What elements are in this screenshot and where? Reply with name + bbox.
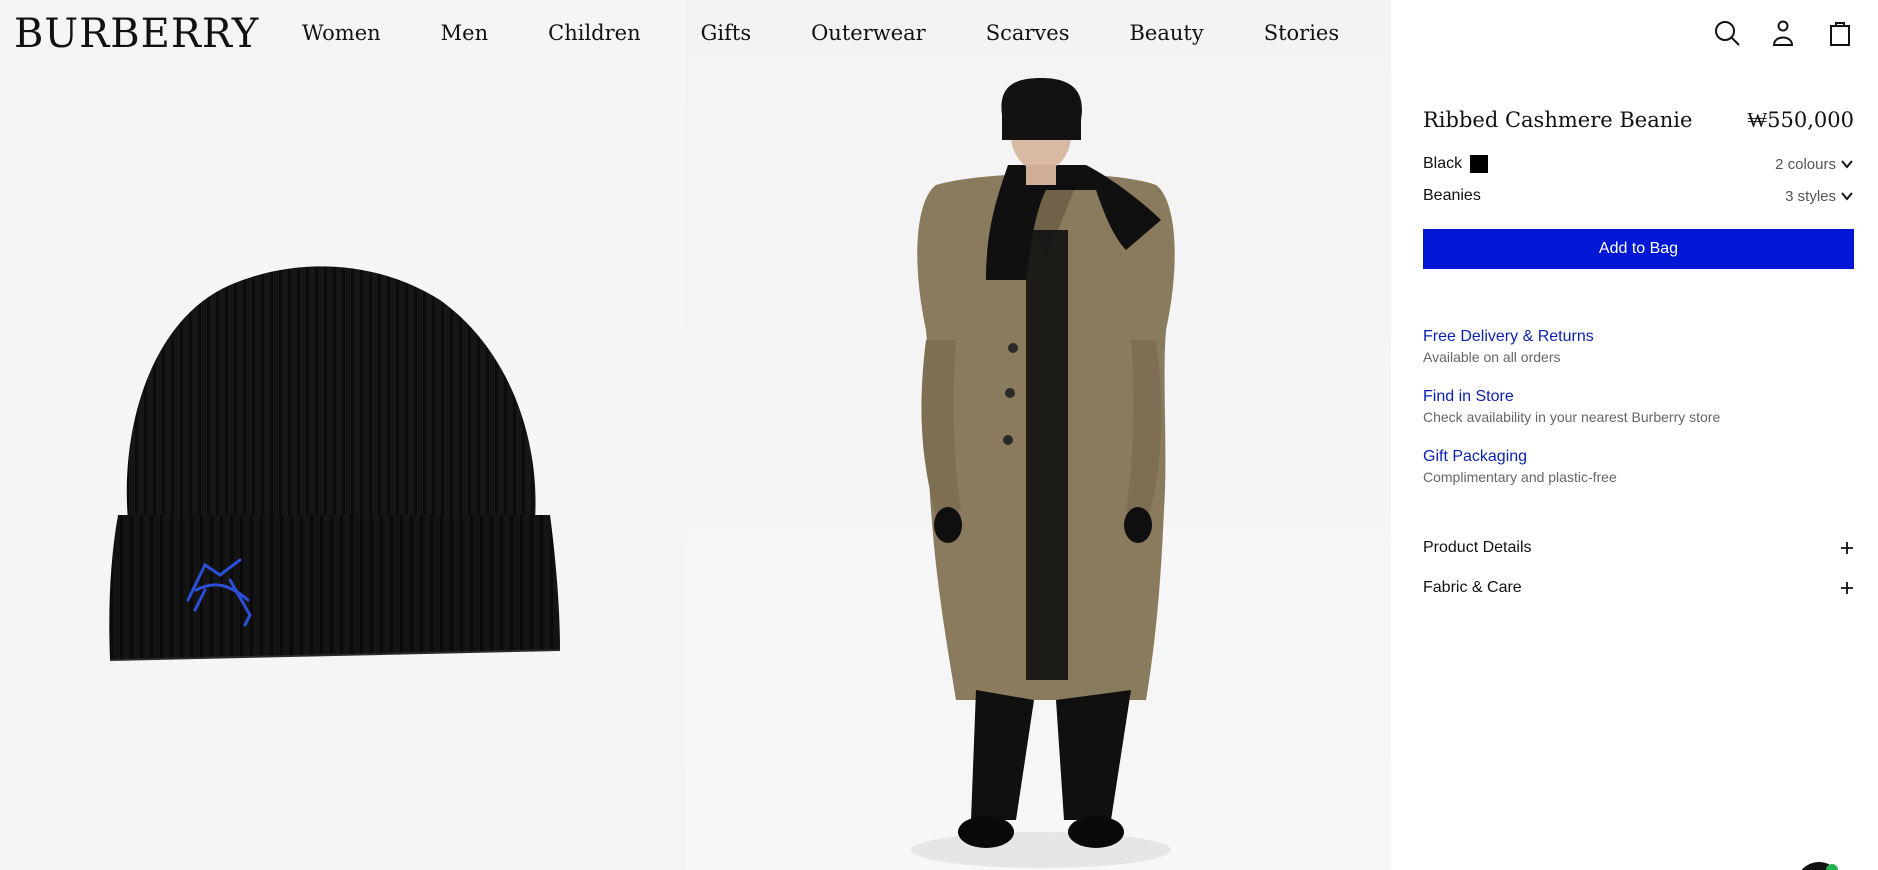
nav-item-children[interactable]: Children (548, 18, 640, 48)
service-find-in-store-sub: Check availability in your nearest Burbe… (1423, 409, 1721, 425)
chat-status-dot (1826, 864, 1838, 870)
nav-item-women[interactable]: Women (302, 18, 381, 48)
colours-selector-label: 2 colours (1775, 155, 1836, 173)
nav-item-gifts[interactable]: Gifts (701, 18, 751, 48)
brand-logo[interactable]: BURBERRY (14, 12, 259, 56)
model-image[interactable] (686, 0, 1391, 870)
chevron-down-icon (1841, 192, 1853, 201)
style-row: Beanies 3 styles (1423, 187, 1854, 205)
service-gift-packaging-title[interactable]: Gift Packaging (1423, 447, 1854, 467)
styles-selector-label: 3 styles (1785, 187, 1836, 205)
service-delivery: Free Delivery & Returns Available on all… (1423, 327, 1854, 367)
service-gift-packaging: Gift Packaging Complimentary and plastic… (1423, 447, 1854, 487)
product-price: ₩550,000 (1747, 108, 1854, 132)
main-nav: Women Men Children Gifts Outerwear Scarv… (302, 18, 1339, 48)
nav-item-scarves[interactable]: Scarves (986, 18, 1070, 48)
beanie-image[interactable] (0, 0, 686, 870)
plus-icon (1841, 542, 1853, 554)
search-icon[interactable] (1711, 16, 1743, 50)
colour-label: Black (1423, 155, 1463, 173)
plus-icon (1841, 582, 1853, 594)
service-find-in-store: Find in Store Check availability in your… (1423, 387, 1854, 427)
nav-item-stories[interactable]: Stories (1264, 18, 1339, 48)
styles-selector[interactable]: 3 styles (1785, 188, 1854, 205)
colour-label-wrap: Black (1423, 155, 1489, 173)
product-title: Ribbed Cashmere Beanie (1423, 108, 1693, 132)
model-illustration (911, 78, 1175, 868)
nav-item-outerwear[interactable]: Outerwear (811, 18, 926, 48)
beanie-illustration (109, 266, 561, 661)
product-page: BURBERRY Women Men Children Gifts Outerw… (0, 0, 1878, 870)
product-hero: BURBERRY Women Men Children Gifts Outerw… (0, 0, 1391, 870)
account-icon[interactable] (1767, 16, 1799, 50)
nav-item-men[interactable]: Men (441, 18, 488, 48)
colours-selector[interactable]: 2 colours (1775, 156, 1854, 173)
service-gift-packaging-sub: Complimentary and plastic-free (1423, 469, 1617, 485)
accordion-product-details[interactable]: Product Details (1423, 539, 1854, 557)
site-header: BURBERRY Women Men Children Gifts Outerw… (0, 0, 1391, 66)
style-label: Beanies (1423, 187, 1481, 204)
bag-icon[interactable] (1824, 16, 1856, 50)
chevron-down-icon (1841, 160, 1853, 169)
service-delivery-sub: Available on all orders (1423, 349, 1561, 365)
nav-item-beauty[interactable]: Beauty (1129, 18, 1203, 48)
colour-swatch[interactable] (1470, 155, 1489, 173)
accordion-fabric-care[interactable]: Fabric & Care (1423, 579, 1854, 597)
service-find-in-store-title[interactable]: Find in Store (1423, 387, 1854, 407)
accordion-product-details-label: Product Details (1423, 539, 1532, 556)
accordion-fabric-care-label: Fabric & Care (1423, 579, 1522, 596)
service-delivery-title[interactable]: Free Delivery & Returns (1423, 327, 1854, 347)
colour-row: Black 2 colours (1423, 155, 1854, 173)
add-to-bag-button[interactable]: Add to Bag (1423, 229, 1854, 269)
